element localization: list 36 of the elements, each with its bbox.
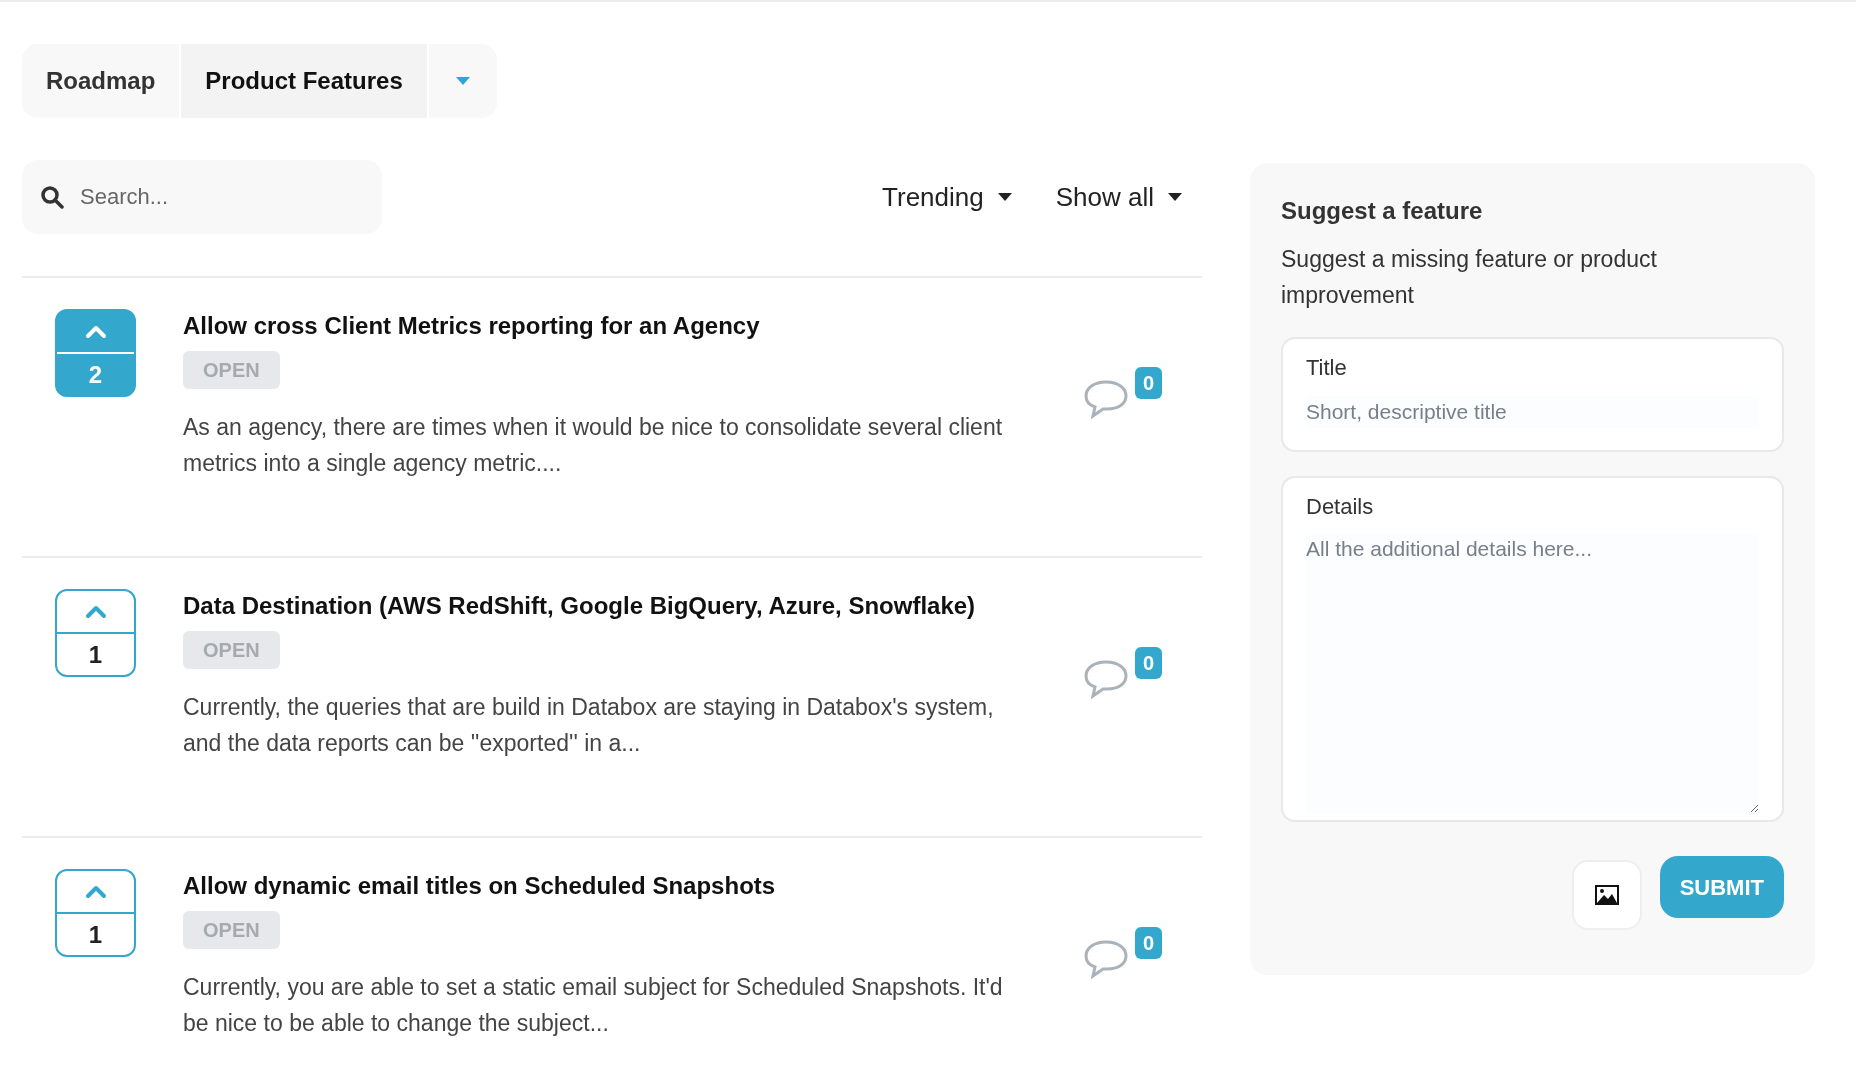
panel-description: Suggest a missing feature or product improvement [1281, 245, 1658, 310]
post-title[interactable]: Allow dynamic email titles on Scheduled Snapshots [183, 871, 1063, 901]
chevron-up-icon [84, 604, 107, 619]
post-excerpt: Currently, the queries that are build in Databox are staying in Databox's system, and the data reports can be ''exported'' in a... [183, 693, 995, 758]
search-field[interactable]: Search... [22, 160, 382, 234]
search-icon [40, 185, 64, 209]
image-upload-button[interactable] [1571, 860, 1642, 930]
panel-heading: Suggest a feature [1281, 196, 1484, 226]
comment-bubble-icon [1083, 939, 1129, 979]
status-badge: OPEN [183, 631, 280, 669]
comment-count-badge: 0 [1135, 927, 1163, 959]
upvote-button[interactable]: 1 [55, 589, 136, 677]
post-excerpt: Currently, you are able to set a static email subject for Scheduled Snapshots. It'd be nice to be able to change the subject... [183, 973, 1004, 1038]
status-badge: OPEN [183, 911, 280, 949]
comment-bubble-icon [1083, 379, 1129, 419]
details-field[interactable]: Details All the additional details here... [1281, 476, 1784, 822]
comment-bubble-icon [1083, 659, 1129, 699]
status-badge: OPEN [183, 351, 280, 389]
caret-icon [1168, 193, 1182, 201]
chevron-up-icon [84, 884, 107, 899]
tab[interactable]: Product Features [181, 44, 429, 118]
chevron-up-icon [84, 324, 107, 339]
field-label: Details [1306, 493, 1375, 521]
caret-icon [997, 193, 1012, 201]
comment-count-badge: 0 [1135, 367, 1163, 399]
title-field[interactable]: Title Short, descriptive title [1281, 337, 1784, 452]
caret-icon [455, 77, 470, 85]
post-title[interactable]: Allow cross Client Metrics reporting for an Agency [183, 311, 1063, 341]
image-icon [1594, 885, 1619, 905]
post-excerpt: As an agency, there are times when it would be nice to consolidate several client metrics into a single agency metric.... [183, 413, 1004, 478]
filter-dropdown[interactable]: Trending [882, 177, 1012, 217]
upvote-button[interactable]: 1 [55, 869, 136, 957]
comment-count-badge: 0 [1135, 647, 1163, 679]
post-title[interactable]: Data Destination (AWS RedShift, Google BigQuery, Azure, Snowflake) [183, 591, 1063, 621]
filter-dropdown[interactable]: Show all [1055, 177, 1182, 217]
field-label: Title [1306, 354, 1348, 382]
